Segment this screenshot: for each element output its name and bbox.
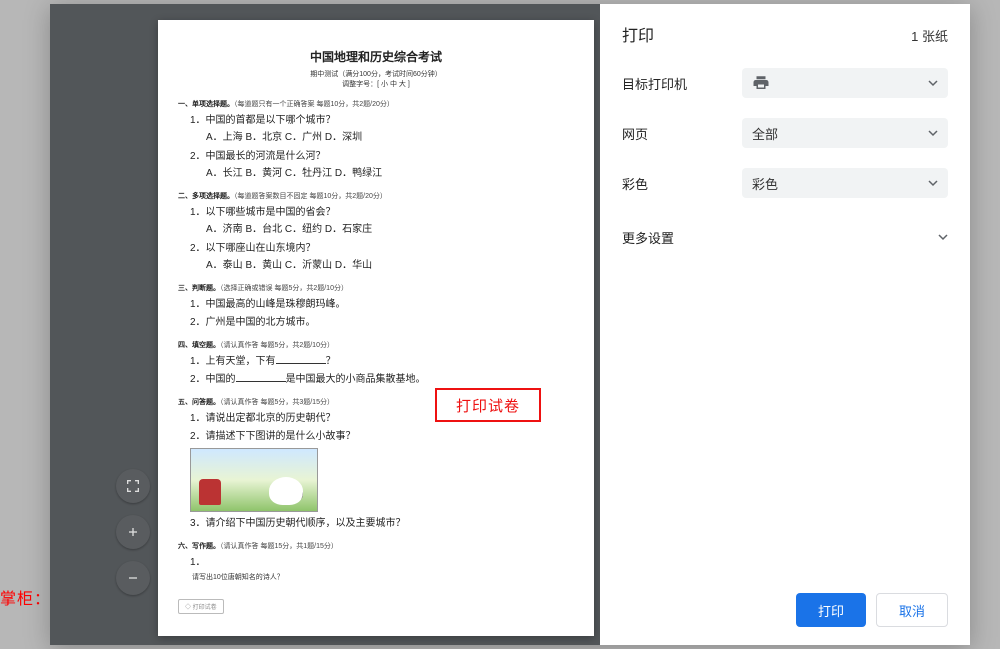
- destination-row: 目标打印机: [622, 68, 948, 98]
- doc-subtitle-2: 调整字号：[ 小 中 大 ]: [178, 79, 574, 89]
- section-3-header: 三、判断题。（选择正确或错误 每题5分，共2题/10分）: [178, 283, 574, 293]
- section-4-header: 四、填空题。（请认真作答 每题5分，共2题/10分）: [178, 340, 574, 350]
- red-annotation-box: 打印试卷: [435, 388, 541, 422]
- pages-select[interactable]: 全部: [742, 118, 948, 148]
- question: 2．广州是中国的北方城市。: [190, 315, 574, 330]
- question: 2．中国的是中国最大的小商品集散基地。: [190, 372, 574, 387]
- color-label: 彩色: [622, 174, 742, 193]
- chevron-down-icon: [928, 128, 938, 138]
- sheet-count: 1 张纸: [911, 26, 948, 45]
- question-options: A．济南 B．台北 C．纽约 D．石家庄: [206, 222, 574, 237]
- question: 2．以下哪座山在山东境内？: [190, 241, 574, 256]
- question: 1．中国最高的山峰是珠穆朗玛峰。: [190, 297, 574, 312]
- section-1-header: 一、单项选择题。（每道题只有一个正确答案 每题10分，共2题/20分）: [178, 99, 574, 109]
- question-options: A．上海 B．北京 C．广州 D．深圳: [206, 130, 574, 145]
- question: 2．请描述下下图讲的是什么小故事？: [190, 429, 574, 444]
- chevron-down-icon: [938, 232, 948, 242]
- print-button[interactable]: 打印: [796, 593, 866, 627]
- zoom-out-button[interactable]: [116, 561, 150, 595]
- panel-title: 打印: [622, 22, 654, 46]
- pages-row: 网页 全部: [622, 118, 948, 148]
- section-2-header: 二、多项选择题。（每道题答案数目不固定 每题10分，共2题/20分）: [178, 191, 574, 201]
- cancel-button[interactable]: 取消: [876, 593, 948, 627]
- preview-page: 中国地理和历史综合考试 期中测试（满分100分，考试时间60分钟） 调整字号：[…: [158, 20, 594, 636]
- print-settings-panel: 打印 1 张纸 目标打印机 网页 全部 彩色 彩色: [600, 4, 970, 645]
- destination-label: 目标打印机: [622, 74, 742, 93]
- pages-value: 全部: [752, 124, 778, 143]
- question: 1．上有天堂，下有？: [190, 354, 574, 369]
- question-image: [190, 448, 318, 512]
- print-dialog: 中国地理和历史综合考试 期中测试（满分100分，考试时间60分钟） 调整字号：[…: [50, 4, 970, 645]
- chevron-down-icon: [928, 78, 938, 88]
- color-row: 彩色 彩色: [622, 168, 948, 198]
- preview-toolbar: [116, 469, 150, 595]
- destination-select[interactable]: [742, 68, 948, 98]
- fit-page-button[interactable]: [116, 469, 150, 503]
- question: 3．请介绍下中国历史朝代顺序，以及主要城市？: [190, 516, 574, 531]
- chevron-down-icon: [928, 178, 938, 188]
- writing-prompt: 请写出10位唐朝知名的诗人？: [192, 572, 574, 582]
- printer-icon: [752, 74, 770, 92]
- page-tag: ◇ 打印试卷: [178, 599, 224, 614]
- doc-title: 中国地理和历史综合考试: [178, 48, 574, 65]
- more-settings-label: 更多设置: [622, 228, 674, 247]
- panel-footer: 打印 取消: [622, 593, 948, 627]
- section-6-header: 六、写作题。（请认真作答 每题15分，共1题/15分）: [178, 541, 574, 551]
- zoom-in-button[interactable]: [116, 515, 150, 549]
- doc-subtitle-1: 期中测试（满分100分，考试时间60分钟）: [178, 69, 574, 79]
- more-settings-toggle[interactable]: 更多设置: [622, 222, 948, 252]
- color-select[interactable]: 彩色: [742, 168, 948, 198]
- question-options: A．泰山 B．黄山 C．沂蒙山 D．华山: [206, 258, 574, 273]
- question: 1．以下哪些城市是中国的省会？: [190, 205, 574, 220]
- pages-label: 网页: [622, 124, 742, 143]
- color-value: 彩色: [752, 174, 778, 193]
- question: 2．中国最长的河流是什么河？: [190, 149, 574, 164]
- question-options: A．长江 B．黄河 C．牡丹江 D．鸭绿江: [206, 166, 574, 181]
- question: 1．中国的首都是以下哪个城市？: [190, 113, 574, 128]
- print-preview-pane: 中国地理和历史综合考试 期中测试（满分100分，考试时间60分钟） 调整字号：[…: [50, 4, 600, 645]
- question: 1．: [190, 555, 574, 570]
